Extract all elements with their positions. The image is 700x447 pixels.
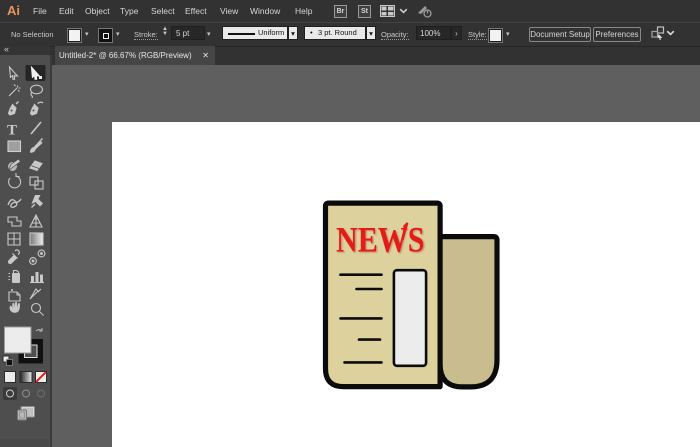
svg-text:NEWS: NEWS xyxy=(336,220,425,260)
